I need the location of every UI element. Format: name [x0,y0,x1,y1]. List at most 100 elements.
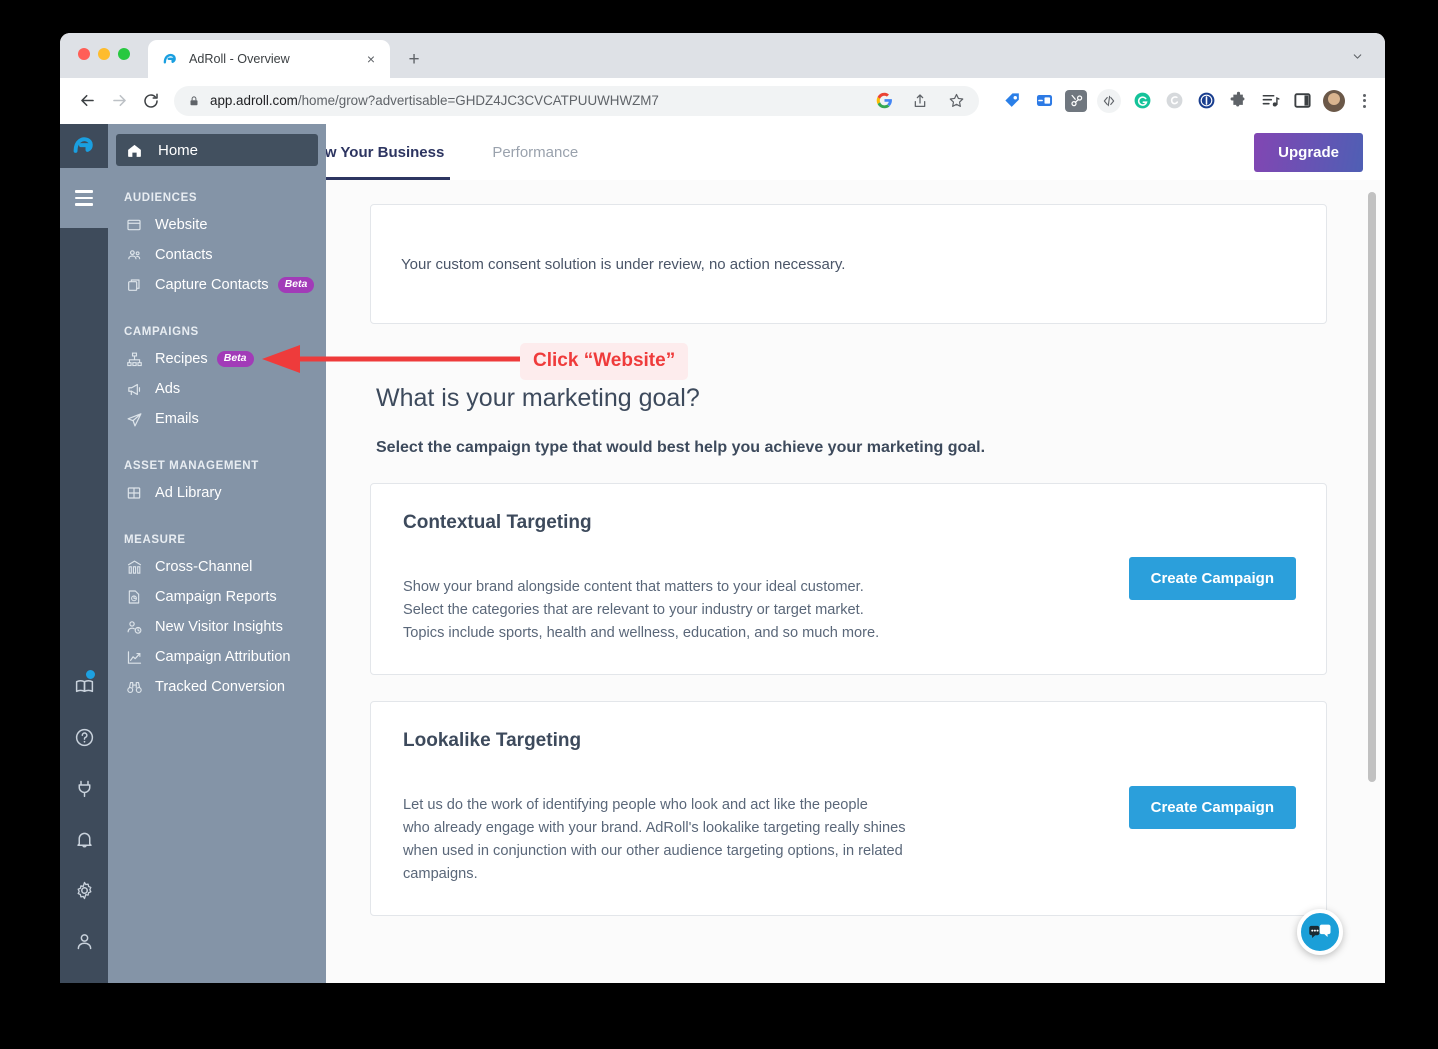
adroll-logo-icon [162,51,179,68]
card-main: Contextual Targeting Show your brand alo… [403,512,1101,644]
card-cta-area: Create Campaign [1101,786,1296,830]
minimize-window-button[interactable] [98,48,110,60]
sidebar-flyout: Home AUDIENCES Website Contacts Capture … [108,124,326,983]
sidebar-item-recipes[interactable]: Recipes Beta [108,344,326,374]
reload-icon[interactable] [136,86,166,116]
upgrade-button[interactable]: Upgrade [1254,132,1363,172]
page-scroll-body[interactable]: Your custom consent solution is under re… [326,180,1385,983]
maximize-window-button[interactable] [118,48,130,60]
sidebar-item-campaign-reports[interactable]: Campaign Reports [108,582,326,612]
profile-avatar[interactable] [1323,89,1345,112]
app-icon-rail [60,124,108,983]
sidebar-item-label: Ads [155,381,181,397]
card-body: Let us do the work of identifying people… [403,794,1101,885]
sidebar-item-label: Ad Library [155,485,222,501]
notifications-bell-icon[interactable] [60,814,108,865]
chat-support-button[interactable] [1297,909,1343,955]
scrollbar-thumb[interactable] [1368,192,1376,782]
google-account-icon[interactable] [873,90,895,112]
bookmark-star-icon[interactable] [945,90,967,112]
hubspot-icon[interactable] [1065,89,1087,112]
sidebar-panel-icon[interactable] [1291,90,1313,112]
puzzle-extensions-icon[interactable] [1227,90,1249,112]
clipboard-extension-icon[interactable] [1033,90,1055,112]
browser-window: AdRoll - Overview × + app.adroll.com/hom… [60,33,1385,983]
browser-toolbar: app.adroll.com/home/grow?advertisable=GH… [60,78,1385,124]
sidebar-item-contacts[interactable]: Contacts [108,240,326,270]
megaphone-icon [126,381,146,398]
header-spacer [602,124,1254,180]
code-view-icon[interactable] [1097,88,1121,113]
adroll-logo-icon[interactable] [60,124,108,168]
settings-gear-icon[interactable] [60,865,108,916]
annotation-label: Click “Website” [520,343,689,380]
grid-table-icon [126,485,146,501]
sidebar-item-label: Capture Contacts [155,277,269,293]
paper-plane-icon [126,411,146,428]
sidebar-item-label: Contacts [155,247,213,263]
chrome-menu-kebab-icon[interactable] [1355,93,1373,108]
sidebar-item-website[interactable]: Website [108,210,326,240]
consent-notice-card: Your custom consent solution is under re… [370,204,1327,324]
card-body: Show your brand alongside content that m… [403,576,1101,644]
chevron-down-icon[interactable] [1343,42,1371,70]
home-icon [126,142,148,159]
close-window-button[interactable] [78,48,90,60]
create-campaign-button[interactable]: Create Campaign [1128,786,1296,830]
sidebar-item-label: Recipes [155,351,208,367]
beta-badge: Beta [216,351,254,367]
sidebar-item-campaign-attribution[interactable]: Campaign Attribution [108,642,326,672]
sidebar-item-new-visitor-insights[interactable]: New Visitor Insights [108,612,326,642]
help-question-icon[interactable] [60,712,108,763]
hamburger-menu-icon[interactable] [60,168,108,228]
forward-icon[interactable] [104,86,134,116]
browser-tabstrip: AdRoll - Overview × + [60,33,1385,78]
campaign-card-contextual-targeting: Contextual Targeting Show your brand alo… [370,483,1327,676]
close-icon[interactable]: × [362,50,380,68]
learning-book-icon[interactable] [60,661,108,712]
onepassword-icon[interactable] [1195,90,1217,112]
loom-icon[interactable] [1163,90,1185,112]
back-icon[interactable] [72,86,102,116]
sidebar-item-ad-library[interactable]: Ad Library [108,478,326,508]
create-campaign-button[interactable]: Create Campaign [1128,556,1296,600]
browser-tab[interactable]: AdRoll - Overview × [148,40,390,78]
reading-list-icon[interactable] [1259,90,1281,112]
sidebar-item-home[interactable]: Home [116,134,318,166]
tag-manager-icon[interactable] [1001,90,1023,112]
page-scrollbar[interactable] [1366,180,1379,983]
sidebar-section-title: AUDIENCES [124,192,198,204]
consent-notice-text: Your custom consent solution is under re… [401,255,846,273]
share-icon[interactable] [909,90,931,112]
card-body-line: when used in conjunction with our other … [403,842,903,859]
campaign-card-lookalike-targeting: Lookalike Targeting Let us do the work o… [370,701,1327,917]
page-viewport: Home AUDIENCES Website Contacts Capture … [60,124,1385,983]
sidebar-item-emails[interactable]: Emails [108,404,326,434]
integrations-plug-icon[interactable] [60,763,108,814]
capture-icon [126,277,146,293]
card-title: Lookalike Targeting [403,730,582,752]
address-bar-url: app.adroll.com/home/grow?advertisable=GH… [210,93,863,108]
card-body-line: Select the categories that are relevant … [403,601,864,618]
sidebar-item-ads[interactable]: Ads [108,374,326,404]
report-doc-icon [126,589,146,605]
card-body-line: Let us do the work of identifying people… [403,797,868,814]
beta-badge: Beta [277,277,315,293]
card-body-line: Topics include sports, health and wellne… [403,624,880,641]
sidebar-item-tracked-conversion[interactable]: Tracked Conversion [108,672,326,702]
sidebar-item-label: Emails [155,411,199,427]
sidebar-item-label: Tracked Conversion [155,679,286,695]
rail-bottom-group [60,661,108,983]
card-body-line: Show your brand alongside content that m… [403,579,864,595]
account-person-icon[interactable] [60,916,108,967]
sidebar-item-label: Website [155,217,208,233]
grammarly-icon[interactable] [1131,90,1153,112]
new-tab-button[interactable]: + [400,45,428,73]
sidebar-item-cross-channel[interactable]: Cross-Channel [108,552,326,582]
page-title: What is your marketing goal? [376,384,700,412]
sidebar-item-label: New Visitor Insights [155,619,283,635]
address-bar[interactable]: app.adroll.com/home/grow?advertisable=GH… [174,85,979,116]
tab-performance[interactable]: Performance [468,124,602,180]
notification-badge [85,669,96,680]
sidebar-item-capture-contacts[interactable]: Capture Contacts Beta [108,270,326,300]
